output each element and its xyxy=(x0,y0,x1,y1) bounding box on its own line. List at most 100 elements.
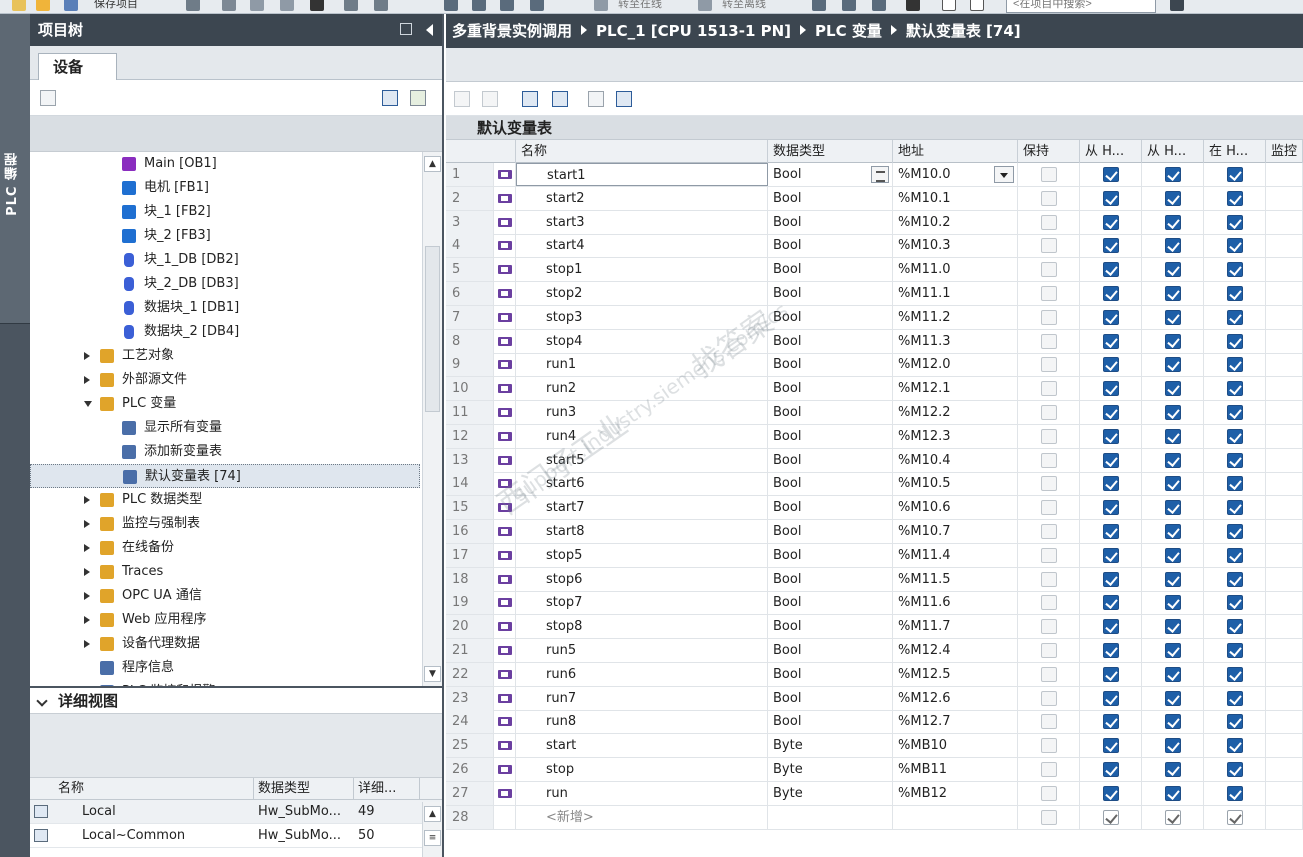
table-row[interactable]: 27 run Byte %MB12 xyxy=(446,781,1303,806)
tag-data-type[interactable]: Bool xyxy=(768,258,893,282)
writable-from-hmi-cell[interactable] xyxy=(1142,163,1204,186)
visible-in-hmi-checkbox[interactable] xyxy=(1227,809,1243,825)
expand-arrow-right-icon[interactable] xyxy=(84,640,90,648)
table-row[interactable]: 17 stop5 Bool %M11.4 xyxy=(446,543,1303,568)
table-row[interactable]: 26 stop Byte %MB11 xyxy=(446,758,1303,782)
writable-from-hmi-cell[interactable] xyxy=(1142,401,1204,424)
accessible-from-hmi-checkbox[interactable] xyxy=(1103,500,1119,516)
accessible-from-hmi-checkbox[interactable] xyxy=(1103,167,1119,182)
writable-from-hmi-cell[interactable] xyxy=(1142,186,1204,210)
visible-in-hmi-checkbox[interactable] xyxy=(1227,476,1243,492)
table-row[interactable]: 24 run8 Bool %M12.7 xyxy=(446,710,1303,735)
writable-from-hmi-checkbox[interactable] xyxy=(1165,286,1181,301)
tag-name[interactable]: start3 xyxy=(516,210,768,234)
accessible-from-hmi-cell[interactable] xyxy=(1080,805,1142,829)
tree-item[interactable]: 块_2 [FB3] xyxy=(30,224,420,248)
copy-icon[interactable] xyxy=(250,0,264,11)
tag-name[interactable]: stop xyxy=(516,758,768,781)
table-row[interactable]: 6 stop2 Bool %M11.1 xyxy=(446,282,1303,306)
table-row[interactable]: 7 stop3 Bool %M11.2 xyxy=(446,305,1303,330)
tag-name[interactable]: start7 xyxy=(516,496,768,520)
accessible-from-hmi-cell[interactable] xyxy=(1080,353,1142,377)
accessible-from-hmi-checkbox[interactable] xyxy=(1103,238,1119,254)
visible-in-hmi-cell[interactable] xyxy=(1204,710,1266,734)
accessible-from-hmi-cell[interactable] xyxy=(1080,210,1142,234)
accessible-from-hmi-cell[interactable] xyxy=(1080,424,1142,448)
accessible-from-hmi-cell[interactable] xyxy=(1080,520,1142,543)
tag-name[interactable]: stop3 xyxy=(516,305,768,329)
writable-from-hmi-cell[interactable] xyxy=(1142,258,1204,282)
accessible-from-hmi-cell[interactable] xyxy=(1080,781,1142,805)
tag-data-type[interactable]: Bool xyxy=(768,639,893,662)
collapse-panel-icon[interactable] xyxy=(426,24,433,36)
writable-from-hmi-cell[interactable] xyxy=(1142,805,1204,829)
visible-in-hmi-checkbox[interactable] xyxy=(1227,357,1243,373)
writable-from-hmi-checkbox[interactable] xyxy=(1165,571,1181,587)
writable-from-hmi-cell[interactable] xyxy=(1142,329,1204,353)
visible-in-hmi-cell[interactable] xyxy=(1204,686,1266,710)
detail-col-detail[interactable]: 详细... xyxy=(354,778,420,800)
accessible-from-hmi-cell[interactable] xyxy=(1080,472,1142,496)
visible-in-hmi-checkbox[interactable] xyxy=(1227,595,1243,611)
tag-address[interactable]: %M11.0 xyxy=(893,258,1018,282)
accessible-from-hmi-cell[interactable] xyxy=(1080,758,1142,781)
visible-in-hmi-cell[interactable] xyxy=(1204,520,1266,543)
tag-data-type[interactable]: Bool xyxy=(768,329,893,353)
tree-item[interactable]: 默认变量表 [74] xyxy=(30,464,420,488)
tab-devices[interactable]: 设备 xyxy=(38,53,117,81)
breadcrumb-plc[interactable]: PLC_1 [CPU 1513-1 PN] xyxy=(596,22,791,40)
new-project-icon[interactable] xyxy=(12,0,26,11)
breadcrumb-tag-table[interactable]: 默认变量表 [74] xyxy=(906,22,1021,40)
visible-in-hmi-checkbox[interactable] xyxy=(1227,619,1243,635)
visible-in-hmi-checkbox[interactable] xyxy=(1227,238,1243,254)
col-name[interactable]: 名称 xyxy=(516,140,768,163)
visible-in-hmi-cell[interactable] xyxy=(1204,591,1266,615)
scroll-thumb[interactable] xyxy=(425,246,440,412)
plc-programming-tab[interactable]: PLC 编程 xyxy=(0,14,30,324)
open-project-icon[interactable] xyxy=(36,0,50,11)
tree-item[interactable]: 电机 [FB1] xyxy=(30,176,420,200)
accessible-from-hmi-cell[interactable] xyxy=(1080,448,1142,472)
split-vertical-icon[interactable] xyxy=(970,0,984,11)
accessible-from-hmi-cell[interactable] xyxy=(1080,710,1142,734)
visible-in-hmi-cell[interactable] xyxy=(1204,758,1266,781)
writable-from-hmi-cell[interactable] xyxy=(1142,591,1204,615)
accessible-from-hmi-cell[interactable] xyxy=(1080,329,1142,353)
simulation-icon[interactable] xyxy=(530,0,544,11)
writable-from-hmi-checkbox[interactable] xyxy=(1165,476,1181,492)
writable-from-hmi-checkbox[interactable] xyxy=(1165,524,1181,539)
accessible-from-hmi-checkbox[interactable] xyxy=(1103,785,1119,801)
expand-arrow-right-icon[interactable] xyxy=(84,520,90,528)
writable-from-hmi-checkbox[interactable] xyxy=(1165,738,1181,754)
visible-in-hmi-checkbox[interactable] xyxy=(1227,643,1243,658)
tag-name[interactable]: start1 xyxy=(516,163,768,186)
accessible-from-hmi-cell[interactable] xyxy=(1080,305,1142,329)
visible-in-hmi-checkbox[interactable] xyxy=(1227,524,1243,539)
tag-name[interactable]: run2 xyxy=(516,377,768,401)
writable-from-hmi-checkbox[interactable] xyxy=(1165,762,1181,777)
insert-row-icon[interactable] xyxy=(454,91,470,107)
writable-from-hmi-cell[interactable] xyxy=(1142,210,1204,234)
undo-icon[interactable] xyxy=(344,0,358,11)
visible-in-hmi-cell[interactable] xyxy=(1204,258,1266,282)
tag-name[interactable]: run4 xyxy=(516,424,768,448)
tag-address[interactable]: %M11.6 xyxy=(893,591,1018,615)
visible-in-hmi-cell[interactable] xyxy=(1204,805,1266,829)
writable-from-hmi-cell[interactable] xyxy=(1142,448,1204,472)
start-cpu-icon[interactable] xyxy=(842,0,856,11)
writable-from-hmi-checkbox[interactable] xyxy=(1165,714,1181,730)
accessible-from-hmi-cell[interactable] xyxy=(1080,186,1142,210)
compile-icon[interactable] xyxy=(444,0,458,11)
table-row[interactable]: 21 run5 Bool %M12.4 xyxy=(446,639,1303,663)
compare-icon[interactable] xyxy=(616,91,632,107)
accessible-from-hmi-checkbox[interactable] xyxy=(1103,524,1119,539)
col-address[interactable]: 地址 xyxy=(893,140,1018,163)
tag-name[interactable]: stop4 xyxy=(516,329,768,353)
writable-from-hmi-cell[interactable] xyxy=(1142,615,1204,639)
visible-in-hmi-checkbox[interactable] xyxy=(1227,714,1243,730)
tag-address[interactable]: %M11.4 xyxy=(893,543,1018,567)
tag-data-type[interactable]: Bool xyxy=(768,543,893,567)
search-icon[interactable] xyxy=(1170,0,1184,11)
tag-address[interactable]: %M12.5 xyxy=(893,662,1018,686)
export-icon[interactable] xyxy=(522,91,538,107)
